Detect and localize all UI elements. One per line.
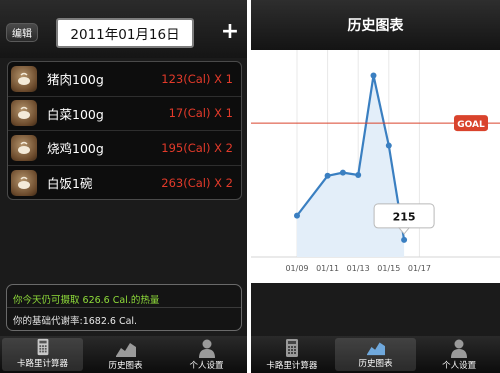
remaining-intake-text: 你今天仍可摄取 626.6 Cal.的热量: [13, 295, 160, 306]
data-point: [324, 172, 331, 179]
food-row[interactable]: 白饭1碗 263(Cal) X 2: [8, 166, 241, 200]
calorie-calculator-screen: 编辑 2011年01月16日 + 猪肉100g 123(Cal) X 1 白菜1…: [0, 0, 247, 373]
history-chart[interactable]: GOAL 215 01/09 01/11 01/13 01/15 01/17: [251, 50, 500, 283]
data-point: [294, 212, 300, 219]
goal-label: GOAL: [457, 120, 485, 130]
tab-history-chart[interactable]: 历史图表: [334, 338, 417, 371]
calculator-icon: [285, 339, 298, 357]
tab-settings[interactable]: 个人设置: [418, 336, 500, 373]
food-bowl-icon: [11, 134, 37, 161]
chart-svg: GOAL 215 01/09 01/11 01/13 01/15 01/17: [251, 50, 500, 273]
food-bowl-icon: [11, 169, 37, 196]
food-calories: 263(Cal) X 2: [161, 175, 233, 190]
person-icon: [198, 339, 215, 358]
tab-calculator[interactable]: 卡路里计算器: [251, 336, 333, 373]
food-calories: 17(Cal) X 1: [168, 106, 233, 121]
food-calories: 123(Cal) X 1: [161, 71, 233, 86]
x-tick-label: 01/15: [377, 264, 400, 273]
chart-icon: [115, 343, 136, 357]
data-point: [370, 72, 377, 79]
person-icon: [451, 339, 468, 358]
calculator-icon: [37, 338, 48, 356]
top-bar: 编辑 2011年01月16日 +: [0, 0, 247, 58]
food-row[interactable]: 烧鸡100g 195(Cal) X 2: [8, 131, 241, 166]
data-point: [339, 169, 346, 176]
series-area: [297, 75, 405, 258]
data-point: [355, 172, 362, 179]
tab-settings[interactable]: 个人设置: [166, 336, 247, 373]
date-selector[interactable]: 2011年01月16日: [56, 18, 194, 48]
x-tick-label: 01/09: [285, 264, 308, 273]
data-point: [401, 236, 408, 243]
tab-label: 个人设置: [189, 361, 224, 371]
tab-label: 历史图表: [108, 361, 143, 371]
x-tick-label: 01/13: [347, 264, 370, 273]
edit-button[interactable]: 编辑: [6, 23, 38, 42]
food-name: 猪肉100g: [47, 72, 104, 88]
food-row[interactable]: 猪肉100g 123(Cal) X 1: [8, 62, 241, 97]
tab-bar: 卡路里计算器 历史图表 个人设置: [251, 336, 500, 373]
x-tick-label: 01/17: [408, 264, 431, 273]
data-point: [385, 142, 392, 149]
x-tick-label: 01/11: [316, 264, 339, 273]
divider: [7, 307, 241, 308]
tab-label: 个人设置: [442, 361, 477, 371]
chart-icon: [366, 342, 385, 356]
tab-label: 历史图表: [358, 359, 393, 369]
food-row[interactable]: 白菜100g 17(Cal) X 1: [8, 97, 241, 131]
food-name: 白饭1碗: [47, 176, 93, 192]
add-button[interactable]: +: [219, 21, 241, 43]
tab-calculator[interactable]: 卡路里计算器: [2, 338, 83, 371]
tooltip-value: 215: [393, 210, 416, 223]
title-bar: 历史图表: [251, 0, 500, 50]
tab-bar: 卡路里计算器 历史图表 个人设置: [0, 336, 247, 373]
food-name: 白菜100g: [47, 106, 104, 122]
food-name: 烧鸡100g: [47, 141, 104, 157]
food-list: 猪肉100g 123(Cal) X 1 白菜100g 17(Cal) X 1 烧…: [7, 61, 242, 200]
history-chart-screen: 历史图表 GOAL 215 01/09 01/11 01/13 01/15 01/17 卡路…: [251, 0, 500, 373]
bmr-text: 你的基础代谢率:1682.6 Cal.: [13, 316, 138, 327]
tab-history-chart[interactable]: 历史图表: [85, 336, 166, 373]
food-bowl-icon: [11, 65, 37, 92]
calorie-summary: 你今天仍可摄取 626.6 Cal.的热量 你的基础代谢率:1682.6 Cal…: [6, 284, 242, 331]
food-calories: 195(Cal) X 2: [161, 140, 233, 155]
page-title: 历史图表: [347, 18, 404, 34]
food-bowl-icon: [11, 100, 37, 127]
tab-label: 卡路里计算器: [266, 361, 318, 371]
tab-label: 卡路里计算器: [16, 359, 68, 369]
